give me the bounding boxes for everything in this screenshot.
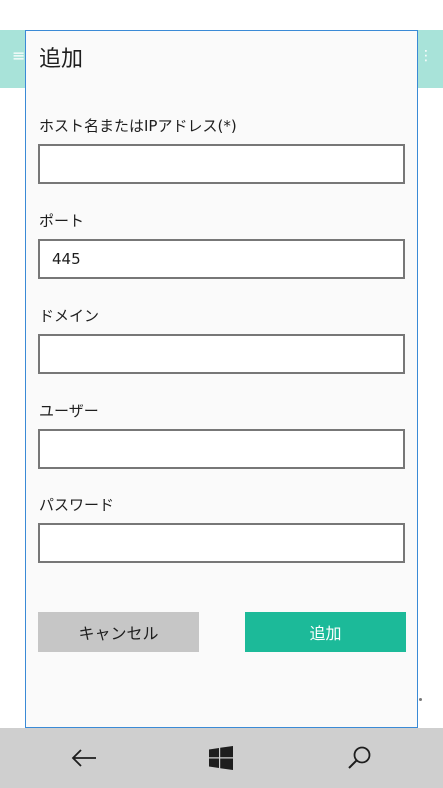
background-dot [419, 698, 422, 701]
system-navigation-bar [0, 728, 443, 788]
domain-label: ドメイン [39, 307, 100, 325]
host-label: ホスト名またはIPアドレス(*) [39, 117, 237, 135]
password-label: パスワード [39, 496, 115, 514]
port-label: ポート [39, 212, 85, 230]
cancel-button[interactable]: キャンセル [38, 612, 199, 652]
back-arrow-icon [71, 749, 96, 767]
add-connection-dialog: 追加 ホスト名またはIPアドレス(*) ポート ドメイン ユーザー パスワード … [25, 30, 418, 728]
user-label: ユーザー [39, 402, 99, 420]
back-button[interactable] [68, 742, 100, 774]
hamburger-icon: ≡ [12, 46, 26, 65]
password-input[interactable] [38, 523, 405, 563]
port-input[interactable] [38, 239, 405, 279]
dialog-title: 追加 [39, 47, 84, 72]
more-icon: ⋮ [419, 48, 433, 64]
home-button[interactable] [205, 742, 237, 774]
host-input[interactable] [38, 144, 405, 184]
domain-input[interactable] [38, 334, 405, 374]
search-button[interactable] [343, 742, 375, 774]
windows-logo-icon [209, 746, 233, 770]
user-input[interactable] [38, 429, 405, 469]
search-icon [348, 746, 371, 769]
add-button[interactable]: 追加 [245, 612, 406, 652]
